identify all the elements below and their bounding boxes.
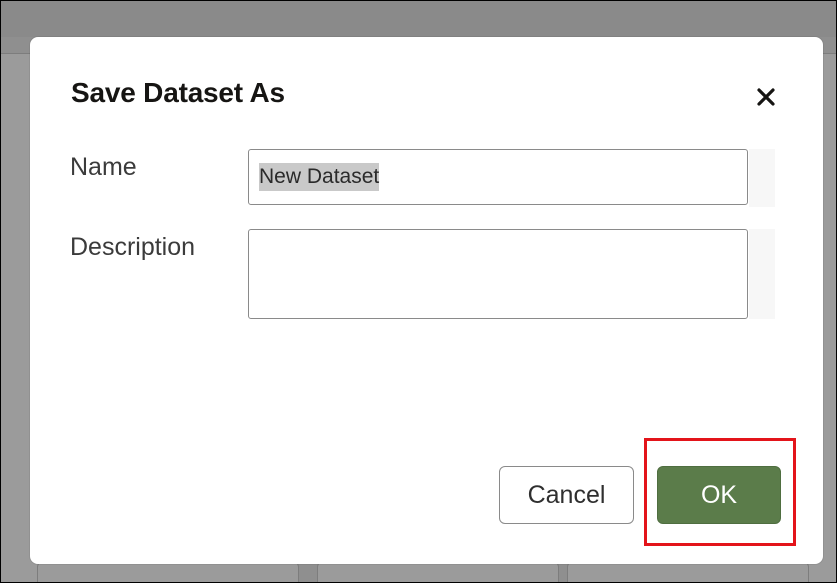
background-panel (37, 561, 299, 582)
name-input-selected-text: New Dataset (259, 163, 380, 191)
background-panel (567, 561, 809, 582)
description-label: Description (70, 233, 196, 261)
cancel-button[interactable]: Cancel (499, 466, 634, 524)
ok-button[interactable]: OK (657, 466, 781, 524)
save-dataset-dialog: Save Dataset As Name New Dataset Descrip… (30, 37, 823, 564)
background-topbar (1, 1, 836, 37)
name-label: Name (70, 153, 137, 181)
screenshot-frame: Save Dataset As Name New Dataset Descrip… (0, 0, 837, 583)
description-input[interactable] (248, 229, 748, 319)
close-icon (757, 88, 775, 106)
name-input[interactable]: New Dataset (248, 149, 748, 205)
dialog-title: Save Dataset As (71, 77, 285, 108)
field-side-shade (749, 149, 775, 207)
background-panel (317, 561, 559, 582)
field-side-shade (749, 229, 775, 319)
close-button[interactable] (748, 79, 784, 115)
